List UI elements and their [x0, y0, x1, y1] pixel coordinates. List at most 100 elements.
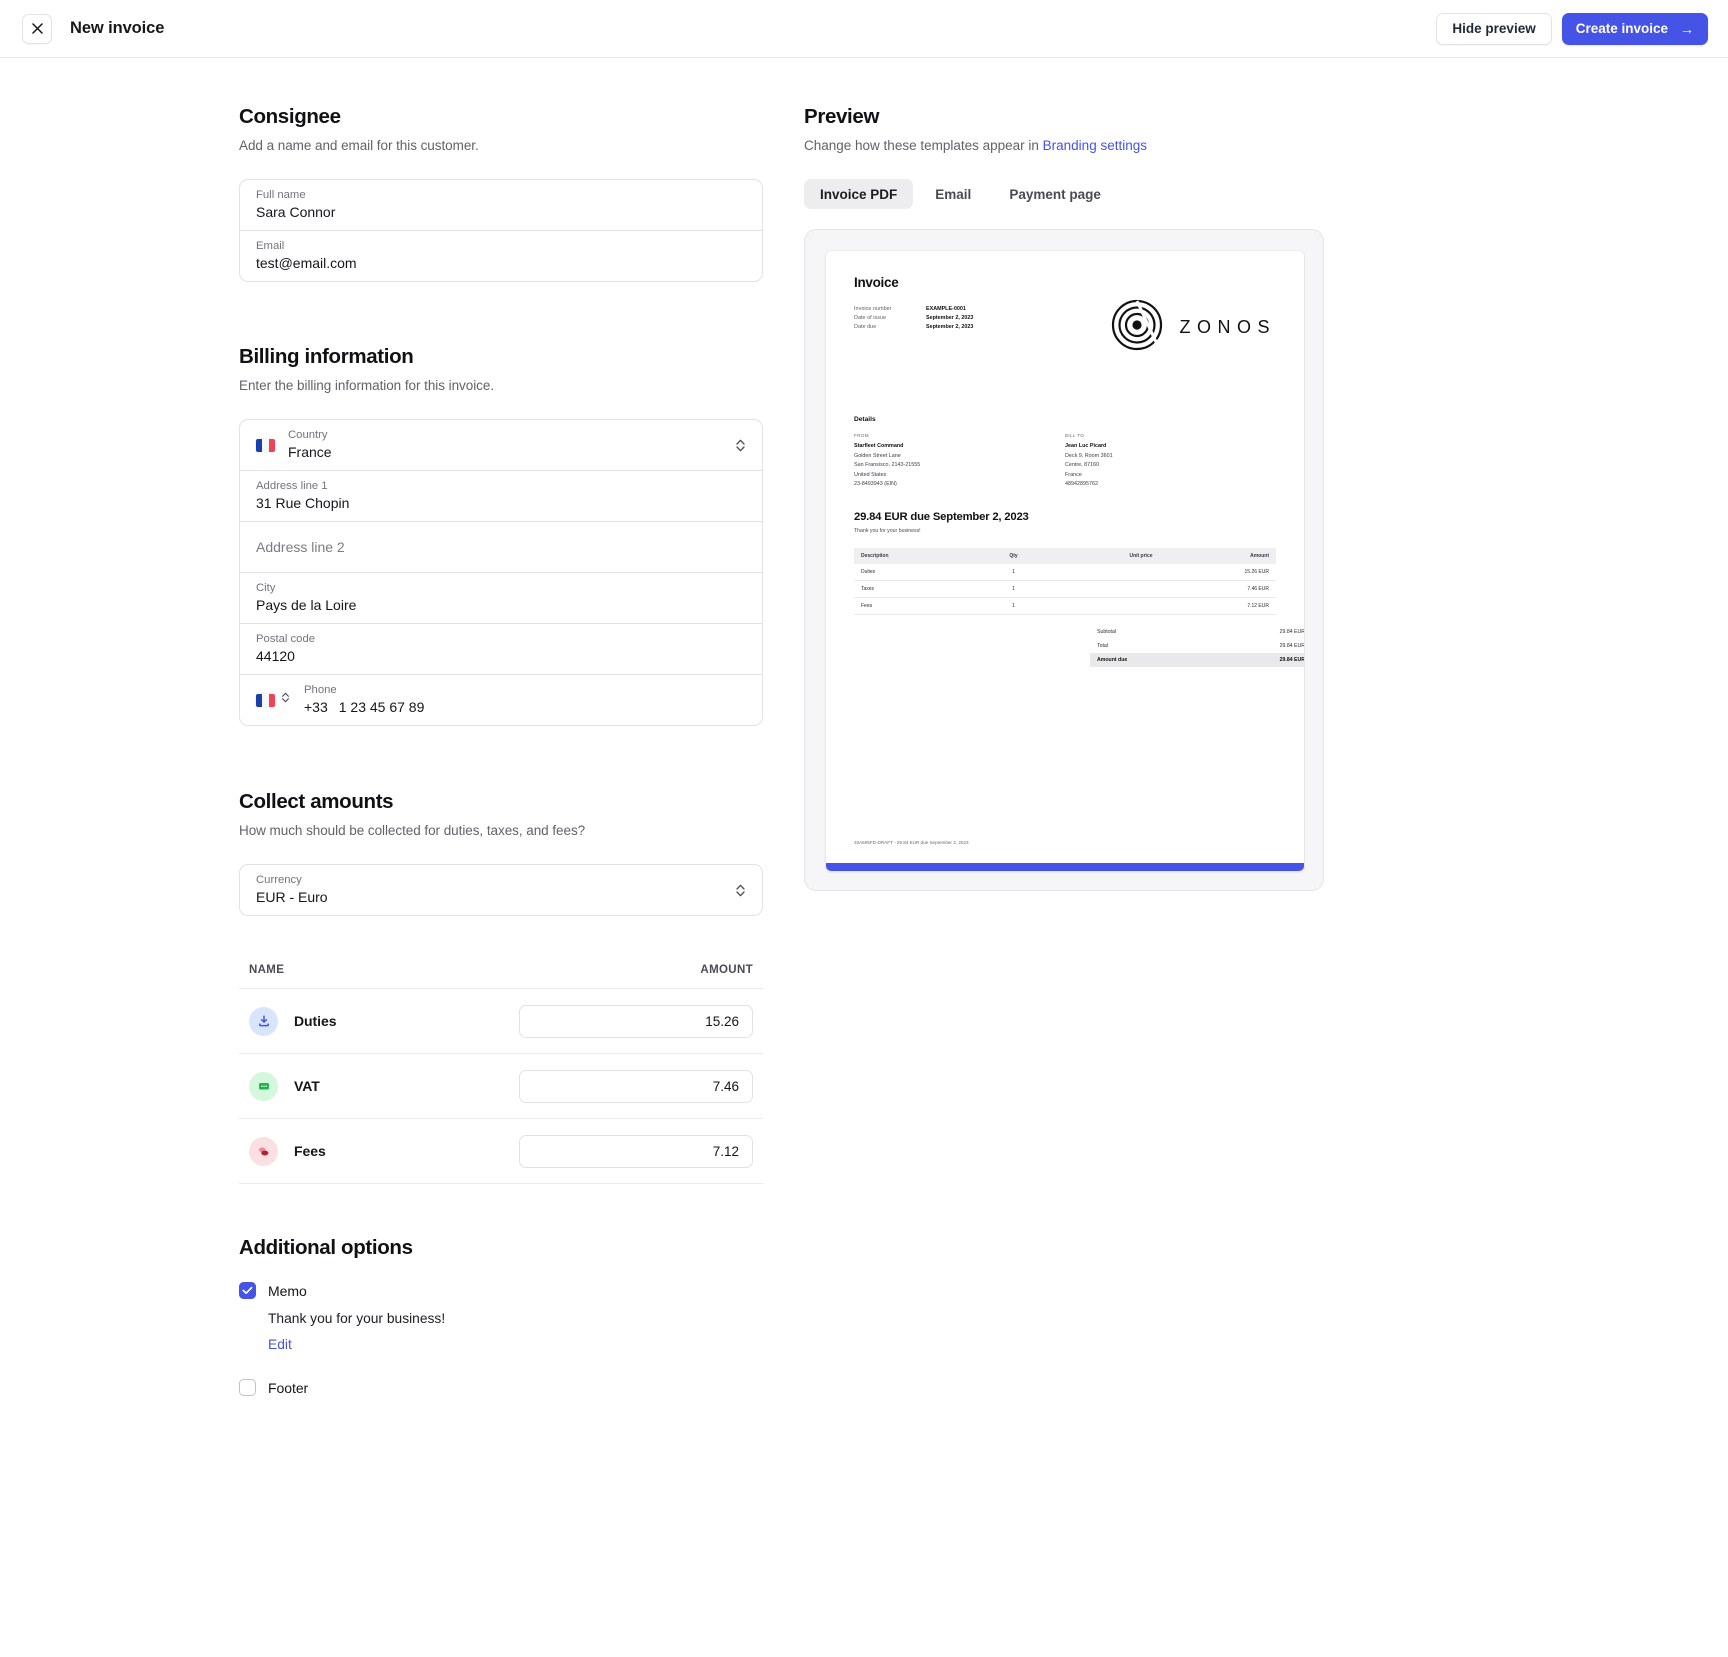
country-value: France: [288, 444, 332, 460]
memo-checkbox[interactable]: [239, 1282, 256, 1299]
city-field[interactable]: City Pays de la Loire: [239, 572, 763, 624]
address-line-1-field[interactable]: Address line 1 31 Rue Chopin: [239, 470, 763, 522]
summary-label: Amount due: [1097, 657, 1128, 663]
amount-row-name: Duties: [294, 1013, 337, 1029]
summary-amount-due-row: Amount due 29.84 EUR: [1090, 653, 1304, 667]
invoice-document: Invoice Invoice number Date of issue Dat…: [826, 251, 1304, 871]
billing-title: Billing information: [239, 345, 414, 368]
preview-column: Preview Change how these templates appea…: [763, 105, 1324, 1396]
branding-settings-link[interactable]: Branding settings: [1043, 138, 1147, 153]
currency-select[interactable]: Currency EUR - Euro: [239, 864, 763, 916]
item-description: Taxes: [854, 580, 980, 598]
invoice-details-block: Details FROM Starfleet Command Golden St…: [854, 416, 1276, 487]
col-amount: Amount: [1159, 548, 1276, 564]
invoice-number-value: EXAMPLE-0001: [926, 306, 966, 312]
create-invoice-button[interactable]: Create invoice →: [1561, 12, 1708, 45]
vat-amount-input[interactable]: [519, 1069, 753, 1103]
fees-coins-icon: [249, 1136, 278, 1166]
amount-row-name: Fees: [294, 1143, 326, 1159]
bill-to-line: 48942895762: [1065, 481, 1098, 487]
collect-amounts-subtitle: How much should be collected for duties,…: [239, 823, 586, 838]
full-name-label: Full name: [256, 189, 306, 201]
preview-tabs: Invoice PDF Email Payment page: [804, 179, 1324, 209]
address-line-1-value: 31 Rue Chopin: [256, 495, 350, 511]
preview-subtitle: Change how these templates appear in Bra…: [804, 138, 1324, 153]
email-field[interactable]: Email test@email.com: [239, 230, 763, 282]
full-name-value: Sara Connor: [256, 204, 336, 220]
table-row: Fees 1 7.12 EUR: [854, 597, 1276, 615]
brand-logo: ZONOS: [1111, 299, 1276, 356]
full-name-field[interactable]: Full name Sara Connor: [239, 179, 763, 231]
top-bar: New invoice Hide preview Create invoice …: [0, 0, 1728, 58]
table-row: Duties 1 15.26 EUR: [854, 564, 1276, 581]
summary-value: 29.84 EUR: [1279, 643, 1304, 649]
duties-amount-input[interactable]: [519, 1004, 753, 1038]
col-description: Description: [854, 548, 980, 564]
from-key: FROM: [854, 433, 869, 438]
postal-code-label: Postal code: [256, 633, 316, 645]
additional-options-section: Additional options Memo Thank you for yo…: [239, 1236, 763, 1396]
footer-checkbox[interactable]: [239, 1379, 256, 1396]
collect-amounts-section: Collect amounts How much should be colle…: [239, 790, 763, 1184]
preview-title: Preview: [804, 105, 880, 128]
duties-download-icon: [249, 1006, 278, 1036]
email-value: test@email.com: [256, 255, 357, 271]
summary-value: 29.84 EUR: [1279, 629, 1304, 635]
consignee-fields: Full name Sara Connor Email test@email.c…: [239, 179, 763, 282]
currency-value: EUR - Euro: [256, 889, 328, 905]
consignee-subtitle: Add a name and email for this customer.: [239, 138, 479, 153]
item-qty: 1: [979, 597, 1048, 615]
tab-email[interactable]: Email: [919, 179, 987, 209]
date-due-label: Date due: [854, 324, 877, 330]
item-amount: 15.26 EUR: [1159, 564, 1276, 581]
memo-edit-link[interactable]: Edit: [268, 1337, 292, 1352]
memo-label: Memo: [268, 1282, 307, 1299]
invoice-summary: Subtotal 29.84 EUR Total 29.84 EUR Amoun…: [1090, 625, 1304, 667]
invoice-table-header-row: Description Qty Unit price Amount: [854, 548, 1276, 564]
close-icon: [31, 23, 43, 34]
phone-country-select[interactable]: [256, 691, 290, 709]
table-row: VAT: [239, 1054, 763, 1119]
table-row: Duties: [239, 989, 763, 1054]
memo-text: Thank you for your business!: [268, 1311, 446, 1326]
country-select[interactable]: Country France: [239, 419, 763, 471]
date-due-value: September 2, 2023: [926, 324, 974, 330]
phone-field[interactable]: Phone +33 1 23 45 67 89: [239, 674, 763, 726]
hide-preview-button[interactable]: Hide preview: [1436, 12, 1552, 45]
flag-france-icon: [256, 438, 275, 452]
bill-to-line: France: [1065, 471, 1082, 478]
phone-dial-code: +33: [304, 699, 328, 715]
city-value: Pays de la Loire: [256, 597, 357, 613]
email-label: Email: [256, 240, 285, 252]
tab-payment-page[interactable]: Payment page: [993, 179, 1117, 209]
fees-amount-input[interactable]: [519, 1134, 753, 1168]
close-button[interactable]: [22, 13, 52, 44]
currency-label: Currency: [256, 874, 302, 886]
col-unit-price: Unit price: [1047, 548, 1160, 564]
preview-subtitle-text: Change how these templates appear in: [804, 138, 1043, 153]
footer-label: Footer: [268, 1379, 309, 1396]
summary-label: Subtotal: [1097, 629, 1117, 635]
page-title: New invoice: [70, 19, 165, 37]
amounts-column-name: NAME: [249, 964, 285, 976]
invoice-memo-line: Thank you for your business!: [854, 528, 921, 534]
from-line: San Fransisco, 2143-21555: [854, 462, 921, 468]
item-unit-price: [1047, 564, 1160, 581]
billing-fields: Country France Address line 1 31 Rue Cho…: [239, 419, 763, 726]
document-accent-bar: [826, 863, 1304, 871]
summary-subtotal-row: Subtotal 29.84 EUR: [1090, 625, 1304, 639]
consignee-title: Consignee: [239, 105, 341, 128]
amounts-column-amount: AMOUNT: [700, 964, 753, 976]
from-block: FROM Starfleet Command Golden Street Lan…: [854, 433, 1065, 487]
tab-invoice-pdf[interactable]: Invoice PDF: [804, 179, 914, 209]
flag-france-icon: [256, 693, 275, 707]
table-row: Fees: [239, 1119, 763, 1184]
summary-total-row: Total 29.84 EUR: [1090, 639, 1304, 653]
amounts-table-header: NAME AMOUNT: [239, 964, 763, 989]
from-line: 23-8493943 (EIN): [854, 481, 897, 487]
memo-body: Thank you for your business! Edit: [268, 1311, 763, 1354]
address-line-2-field[interactable]: Address line 2: [239, 521, 763, 573]
item-qty: 1: [979, 564, 1048, 581]
postal-code-field[interactable]: Postal code 44120: [239, 623, 763, 675]
invoice-preview-shell: Invoice Invoice number Date of issue Dat…: [804, 229, 1324, 891]
